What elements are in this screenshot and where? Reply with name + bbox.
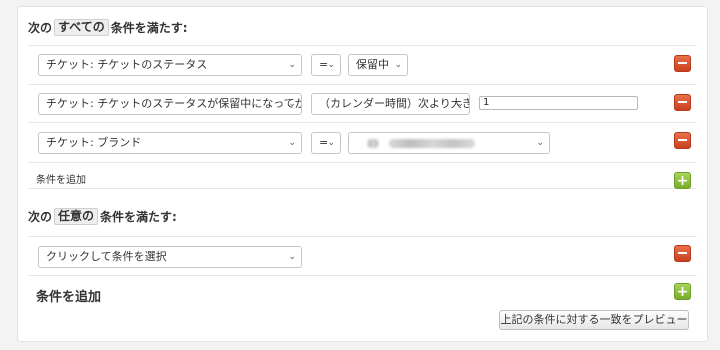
condition-field-select[interactable]: チケット: チケットのステータスが保留中になってからの時 ⌄: [38, 93, 302, 115]
add-condition-row: 条件を追加 +: [28, 162, 697, 189]
any-heading-prefix: 次の: [28, 209, 53, 224]
add-condition-row: 条件を追加 +: [28, 275, 697, 305]
condition-operator-select[interactable]: = ⌄: [311, 54, 341, 76]
any-heading-suffix: 条件を満たす:: [100, 209, 177, 224]
chevron-down-icon: ⌄: [288, 138, 296, 148]
all-keyword-badge: すべての: [54, 18, 109, 36]
remove-condition-button[interactable]: [674, 132, 691, 149]
remove-condition-button[interactable]: [674, 55, 691, 72]
minus-icon: [678, 138, 687, 141]
chevron-down-icon: ⌄: [327, 60, 335, 70]
all-conditions-heading: 次の すべての 条件を満たす:: [28, 18, 188, 36]
condition-value-input[interactable]: 1: [479, 96, 638, 110]
condition-field-select[interactable]: クリックして条件を選択 ⌄: [38, 246, 302, 268]
plus-icon: +: [676, 284, 689, 300]
remove-condition-button[interactable]: [674, 94, 691, 111]
minus-icon: [678, 61, 687, 64]
any-conditions-heading: 次の 任意の 条件を満たす:: [28, 207, 177, 225]
condition-operator-select[interactable]: （カレンダー時間）次より大きい ⌄: [311, 93, 470, 115]
condition-field-select[interactable]: チケット: チケットのステータス ⌄: [38, 54, 302, 76]
add-condition-button[interactable]: +: [674, 283, 691, 300]
condition-value-select[interactable]: ⌄: [348, 132, 550, 154]
chevron-down-icon: ⌄: [288, 252, 296, 262]
remove-condition-button[interactable]: [674, 245, 691, 262]
minus-icon: [678, 100, 687, 103]
condition-row: チケット: チケットのステータス ⌄ = ⌄ 保留中 ⌄: [28, 45, 697, 84]
chevron-down-icon: ⌄: [536, 138, 544, 148]
chevron-down-icon: ⌄: [394, 60, 402, 70]
add-condition-label: 条件を追加: [36, 175, 86, 186]
redacted-blur: [367, 139, 379, 148]
condition-row: チケット: ブランド ⌄ = ⌄ ⌄: [28, 122, 697, 162]
all-heading-prefix: 次の: [28, 20, 53, 35]
minus-icon: [678, 251, 687, 254]
chevron-down-icon: ⌄: [288, 99, 296, 109]
chevron-down-icon: ⌄: [288, 60, 296, 70]
redacted-blur: [389, 139, 475, 148]
condition-row: クリックして条件を選択 ⌄: [28, 236, 697, 275]
any-keyword-badge: 任意の: [54, 207, 99, 225]
conditions-panel: 次の すべての 条件を満たす: チケット: チケットのステータス ⌄ = ⌄ 保…: [17, 6, 708, 342]
add-condition-label: 条件を追加: [36, 290, 102, 305]
condition-operator-select[interactable]: = ⌄: [311, 132, 341, 154]
add-condition-button[interactable]: +: [674, 172, 691, 189]
chevron-down-icon: ⌄: [456, 99, 464, 109]
chevron-down-icon: ⌄: [327, 138, 335, 148]
all-heading-suffix: 条件を満たす:: [110, 20, 188, 35]
condition-row: チケット: チケットのステータスが保留中になってからの時 ⌄ （カレンダー時間）…: [28, 84, 697, 122]
condition-value-select[interactable]: 保留中 ⌄: [348, 54, 408, 76]
preview-matches-button[interactable]: 上記の条件に対する一致をプレビュー: [499, 310, 689, 330]
plus-icon: +: [676, 173, 689, 189]
condition-field-select[interactable]: チケット: ブランド ⌄: [38, 132, 302, 154]
